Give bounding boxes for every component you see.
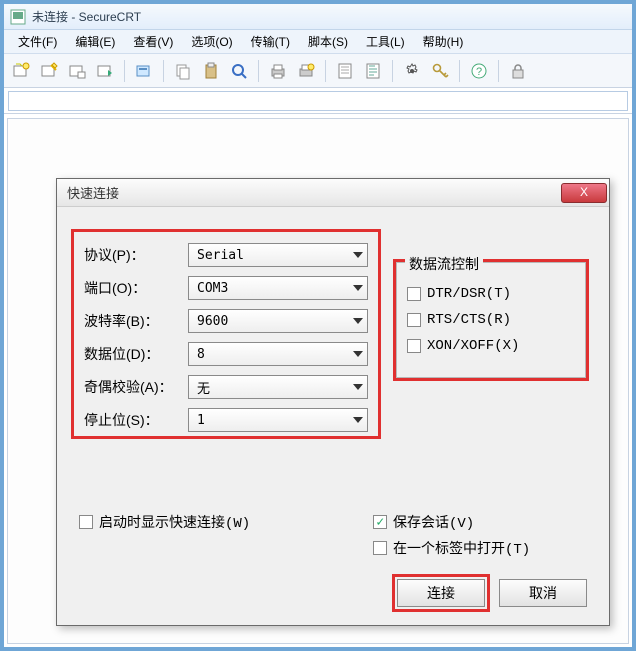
chevron-down-icon [353, 285, 363, 291]
print-icon[interactable] [267, 60, 289, 82]
dialog-button-row: 连接 取消 [397, 579, 587, 607]
save-session-label: 保存会话(V) [393, 512, 474, 532]
find-icon[interactable] [228, 60, 250, 82]
save-session-checkbox[interactable] [373, 515, 387, 529]
protocol-dropdown[interactable]: Serial [188, 243, 368, 267]
menu-tools[interactable]: 工具(L) [358, 31, 413, 52]
show-quick-connect-label: 启动时显示快速连接(W) [99, 512, 250, 532]
quick-connect-dialog: 快速连接 X 协议(P)： Serial 端口(O)： COM3 波特率(B)： [56, 178, 610, 626]
quick-connect-icon[interactable] [38, 60, 60, 82]
dtr-dsr-checkbox[interactable] [407, 287, 421, 301]
flow-control-title: 数据流控制 [405, 254, 483, 274]
parity-dropdown[interactable]: 无 [188, 375, 368, 399]
copy-icon[interactable] [172, 60, 194, 82]
address-bar [4, 88, 632, 114]
open-in-tab-label: 在一个标签中打开(T) [393, 538, 530, 558]
toolbar-separator [124, 60, 125, 82]
toolbar-separator [258, 60, 259, 82]
port-dropdown[interactable]: COM3 [188, 276, 368, 300]
toolbar-separator [163, 60, 164, 82]
dtr-dsr-label: DTR/DSR(T) [427, 286, 511, 302]
dialog-title-bar: 快速连接 X [57, 179, 609, 207]
svg-text:?: ? [476, 66, 482, 78]
xon-xoff-checkbox[interactable] [407, 339, 421, 353]
toolbar-separator [325, 60, 326, 82]
port-label: 端口(O)： [84, 278, 188, 298]
address-input[interactable] [8, 91, 628, 111]
databits-dropdown[interactable]: 8 [188, 342, 368, 366]
chevron-down-icon [353, 318, 363, 324]
show-quick-connect-checkbox[interactable] [79, 515, 93, 529]
key-icon[interactable] [429, 60, 451, 82]
chevron-down-icon [353, 351, 363, 357]
xon-xoff-label: XON/XOFF(X) [427, 338, 519, 354]
connect-button[interactable]: 连接 [397, 579, 485, 607]
stopbits-dropdown[interactable]: 1 [188, 408, 368, 432]
disconnect-icon[interactable] [133, 60, 155, 82]
menu-options[interactable]: 选项(O) [183, 31, 240, 52]
reconnect-icon[interactable] [94, 60, 116, 82]
paste-icon[interactable] [200, 60, 222, 82]
toolbar-separator [392, 60, 393, 82]
protocol-label: 协议(P)： [84, 245, 188, 265]
rts-cts-label: RTS/CTS(R) [427, 312, 511, 328]
print-screen-icon[interactable] [295, 60, 317, 82]
connect-bar-icon[interactable] [66, 60, 88, 82]
menu-script[interactable]: 脚本(S) [300, 31, 356, 52]
main-window: 未连接 - SecureCRT 文件(F) 编辑(E) 查看(V) 选项(O) … [0, 0, 636, 651]
toolbar: ? [4, 54, 632, 88]
dialog-title: 快速连接 [67, 183, 561, 202]
menu-file[interactable]: 文件(F) [10, 31, 65, 52]
rts-cts-checkbox[interactable] [407, 313, 421, 327]
baud-dropdown[interactable]: 9600 [188, 309, 368, 333]
toolbar-separator [498, 60, 499, 82]
databits-label: 数据位(D)： [84, 344, 188, 364]
baud-label: 波特率(B)： [84, 311, 188, 331]
toolbar-separator [459, 60, 460, 82]
flow-control-group: 数据流控制 DTR/DSR(T) RTS/CTS(R) XON/XOFF(X) [393, 259, 589, 381]
settings-icon[interactable] [401, 60, 423, 82]
menu-bar: 文件(F) 编辑(E) 查看(V) 选项(O) 传输(T) 脚本(S) 工具(L… [4, 30, 632, 54]
window-title: 未连接 - SecureCRT [32, 8, 141, 25]
chevron-down-icon [353, 417, 363, 423]
help-icon[interactable]: ? [468, 60, 490, 82]
app-icon [10, 9, 26, 25]
new-session-icon[interactable] [10, 60, 32, 82]
close-icon[interactable]: X [561, 183, 607, 203]
parity-label: 奇偶校验(A)： [84, 377, 188, 397]
menu-help[interactable]: 帮助(H) [415, 31, 472, 52]
log-icon[interactable] [362, 60, 384, 82]
connection-params-group: 协议(P)： Serial 端口(O)： COM3 波特率(B)： 9600 [71, 229, 381, 439]
cancel-button[interactable]: 取消 [499, 579, 587, 607]
chevron-down-icon [353, 384, 363, 390]
menu-transfer[interactable]: 传输(T) [243, 31, 298, 52]
open-in-tab-checkbox[interactable] [373, 541, 387, 555]
stopbits-label: 停止位(S)： [84, 410, 188, 430]
menu-edit[interactable]: 编辑(E) [67, 31, 123, 52]
chevron-down-icon [353, 252, 363, 258]
lock-icon[interactable] [507, 60, 529, 82]
properties-icon[interactable] [334, 60, 356, 82]
title-bar: 未连接 - SecureCRT [4, 4, 632, 30]
dialog-options: 启动时显示快速连接(W) 保存会话(V) 在一个标签中打开(T) [79, 509, 589, 567]
menu-view[interactable]: 查看(V) [125, 31, 181, 52]
